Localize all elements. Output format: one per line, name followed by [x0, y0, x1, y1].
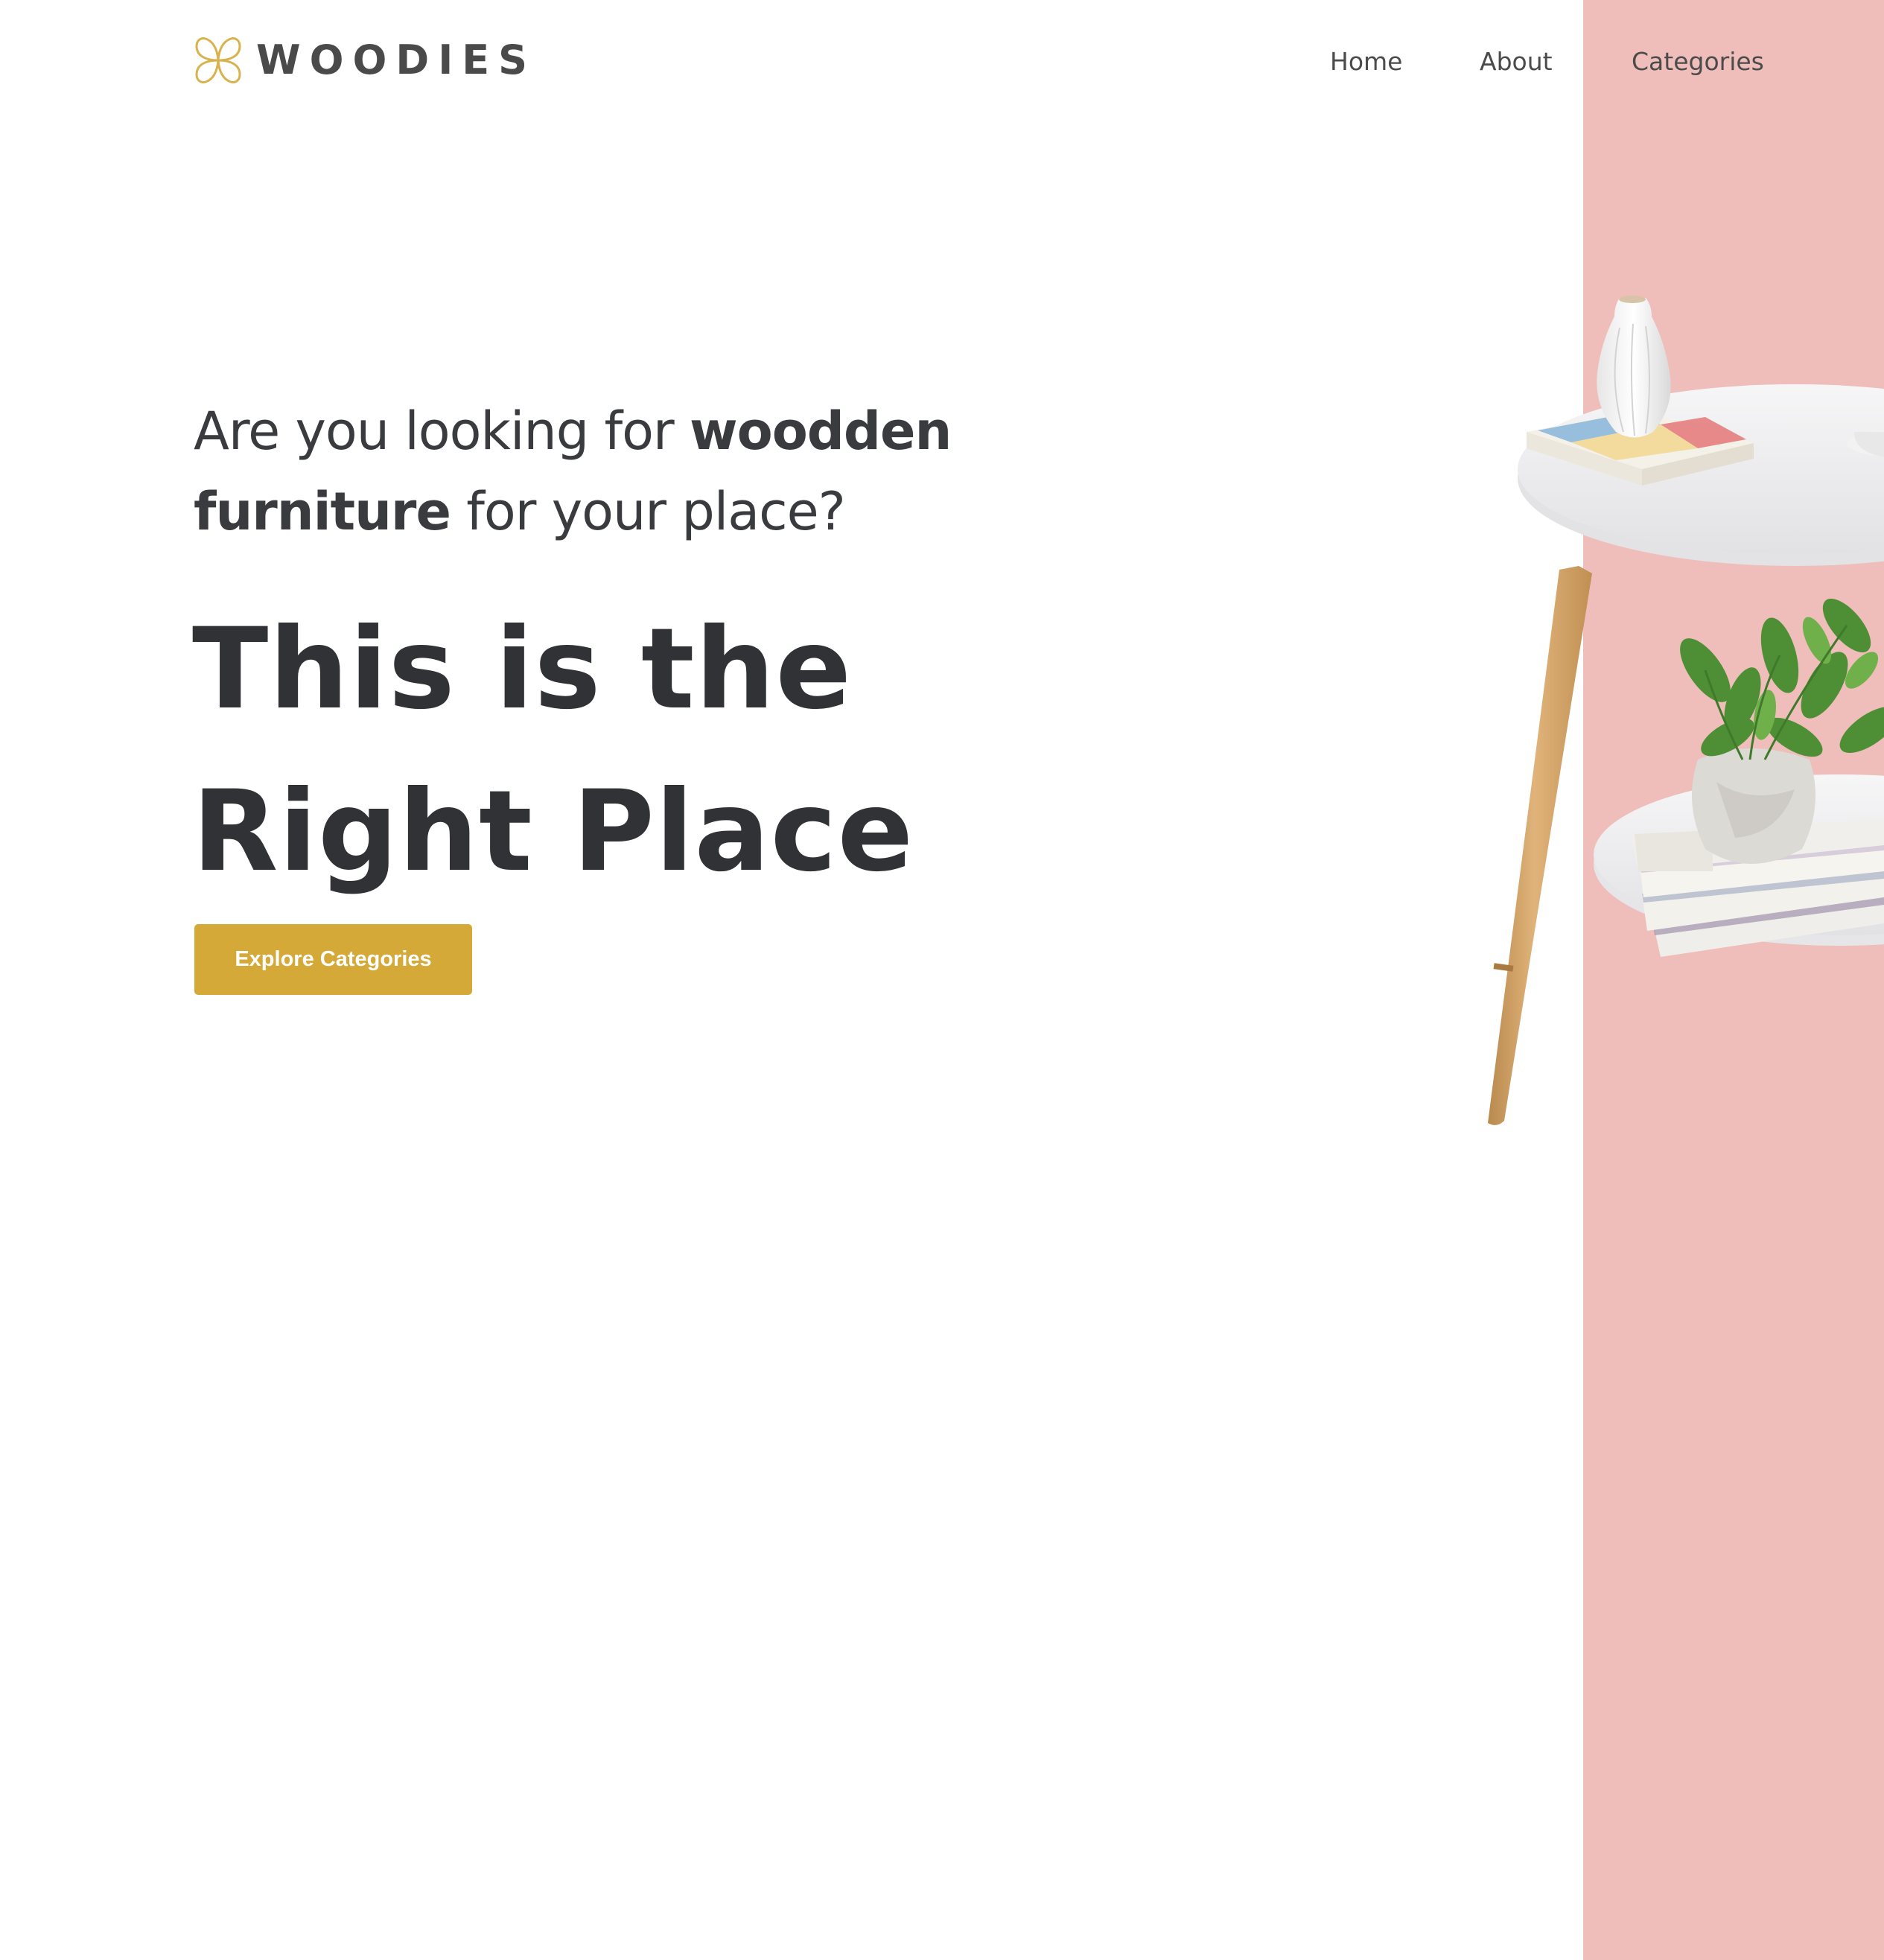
hero-subtitle-bold-furniture: furniture	[194, 481, 451, 542]
side-table-image	[1378, 283, 1884, 1139]
nav-item-about[interactable]: About	[1480, 43, 1553, 80]
hero-subtitle: Are you looking for woodden furniture for…	[194, 391, 1043, 552]
main-nav: Home About Categories	[0, 43, 1884, 80]
hero-subtitle-bold-woodden: woodden	[689, 401, 952, 462]
explore-categories-button[interactable]: Explore Categories	[194, 924, 472, 995]
nav-item-categories[interactable]: Categories	[1632, 43, 1764, 80]
hero-title: This is the Right Place	[192, 588, 1160, 913]
landing-page: WOODIES Home About Categories Are you lo…	[0, 0, 1884, 1960]
hero-subtitle-start: Are you looking for	[194, 401, 690, 462]
hero-title-line-1: This is the	[192, 605, 853, 734]
hero-title-line-2: Right Place	[192, 767, 914, 897]
nav-item-home[interactable]: Home	[1330, 43, 1402, 80]
hero-subtitle-end: for your place?	[450, 481, 846, 542]
side-table-illustration	[1488, 296, 1884, 1125]
